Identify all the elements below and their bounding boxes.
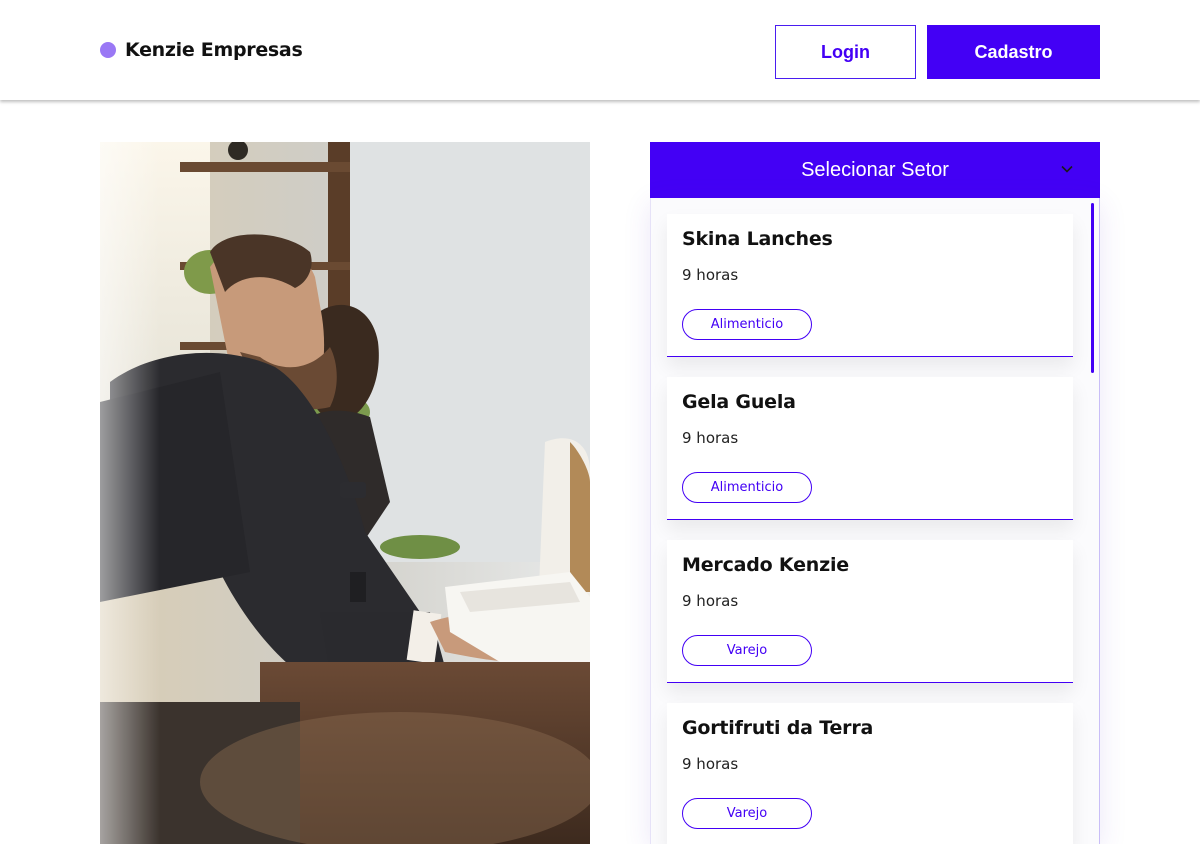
company-name: Gela Guela (682, 391, 796, 413)
sector-tag: Alimenticio (682, 309, 812, 340)
company-card[interactable]: Mercado Kenzie 9 horas Varejo (667, 540, 1073, 683)
sector-tag: Alimenticio (682, 472, 812, 503)
login-button[interactable]: Login (775, 25, 916, 79)
sector-tag: Varejo (682, 635, 812, 666)
brand-name: Kenzie Empresas (125, 39, 303, 61)
signup-button[interactable]: Cadastro (927, 25, 1100, 79)
brand-logo[interactable]: Kenzie Empresas (100, 39, 303, 61)
company-time: 9 horas (682, 266, 739, 284)
sector-select-label: Selecionar Setor (801, 158, 949, 181)
company-list[interactable]: Skina Lanches 9 horas Alimenticio Gela G… (650, 198, 1100, 844)
company-card[interactable]: Gela Guela 9 horas Alimenticio (667, 377, 1073, 520)
sector-select[interactable]: Selecionar Setor (650, 142, 1100, 198)
company-name: Mercado Kenzie (682, 554, 849, 576)
chevron-down-icon (1061, 165, 1073, 173)
company-name: Skina Lanches (682, 228, 833, 250)
brand-dot-icon (100, 42, 116, 58)
company-time: 9 horas (682, 592, 739, 610)
header: Kenzie Empresas Login Cadastro (0, 0, 1200, 100)
company-time: 9 horas (682, 429, 739, 447)
sector-tag: Varejo (682, 798, 812, 829)
company-card[interactable]: Skina Lanches 9 horas Alimenticio (667, 214, 1073, 357)
company-time: 9 horas (682, 755, 739, 773)
company-name: Gortifruti da Terra (682, 717, 874, 739)
list-scrollbar[interactable] (1091, 203, 1094, 373)
company-card[interactable]: Gortifruti da Terra 9 horas Varejo (667, 703, 1073, 844)
hero-photo (100, 142, 590, 844)
